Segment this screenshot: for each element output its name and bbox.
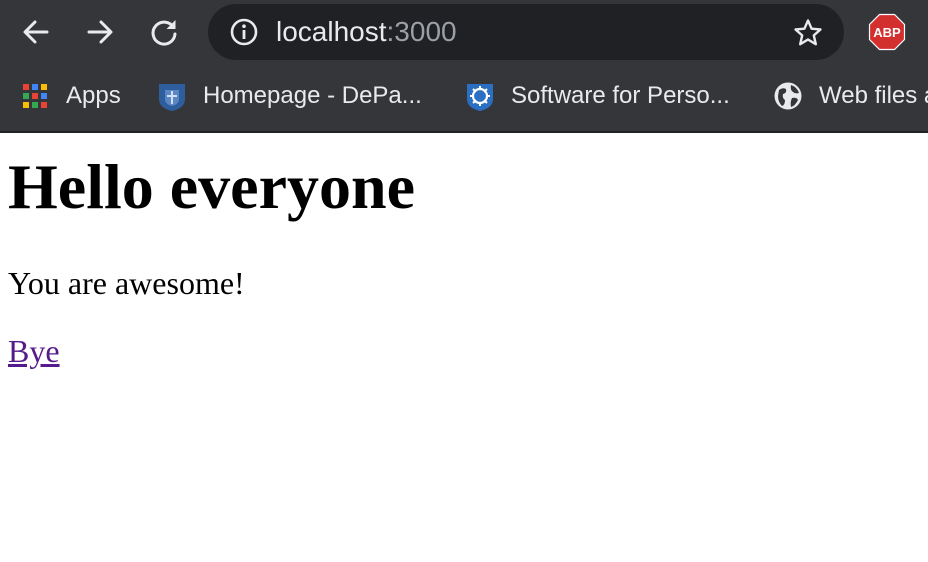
page-heading: Hello everyone <box>8 151 415 222</box>
info-icon[interactable] <box>230 18 258 46</box>
address-bar[interactable]: localhost:3000 <box>208 4 844 60</box>
bookmark-label: Software for Perso... <box>511 82 730 109</box>
bookmark-label: Web files a <box>819 82 928 109</box>
bookmark-homepage[interactable]: Homepage - DePa... <box>155 76 422 116</box>
bye-link[interactable]: Bye <box>8 333 60 369</box>
forward-button[interactable] <box>80 12 120 52</box>
site-shield-icon <box>155 79 189 113</box>
page-paragraph: You are awesome! <box>8 265 245 301</box>
apps-grid-icon <box>18 79 52 113</box>
arrow-right-icon <box>87 20 113 44</box>
site-gear-icon <box>463 79 497 113</box>
reload-button[interactable] <box>144 12 184 52</box>
browser-chrome: localhost:3000 ABP Apps Homepage - DePa.… <box>0 0 928 133</box>
adblock-label: ABP <box>873 25 901 40</box>
browser-toolbar: localhost:3000 ABP <box>0 0 928 64</box>
bookmarks-bar: Apps Homepage - DePa... Software for Per… <box>0 64 928 130</box>
bookmark-apps[interactable]: Apps <box>18 76 121 116</box>
arrow-left-icon <box>23 20 49 44</box>
adblock-icon[interactable]: ABP <box>868 13 906 51</box>
bookmark-software[interactable]: Software for Perso... <box>463 76 730 116</box>
bookmark-label: Homepage - DePa... <box>203 82 422 109</box>
reload-icon <box>151 20 177 46</box>
url-port: :3000 <box>386 16 457 47</box>
bookmark-web-files[interactable]: Web files a <box>771 76 928 116</box>
page-content: Hello everyone You are awesome! Bye <box>0 133 928 562</box>
back-button[interactable] <box>16 12 56 52</box>
star-icon[interactable] <box>792 17 824 49</box>
url-text[interactable]: localhost:3000 <box>276 15 457 49</box>
globe-icon <box>771 79 805 113</box>
bookmark-label: Apps <box>66 82 121 109</box>
url-host: localhost <box>276 16 387 47</box>
